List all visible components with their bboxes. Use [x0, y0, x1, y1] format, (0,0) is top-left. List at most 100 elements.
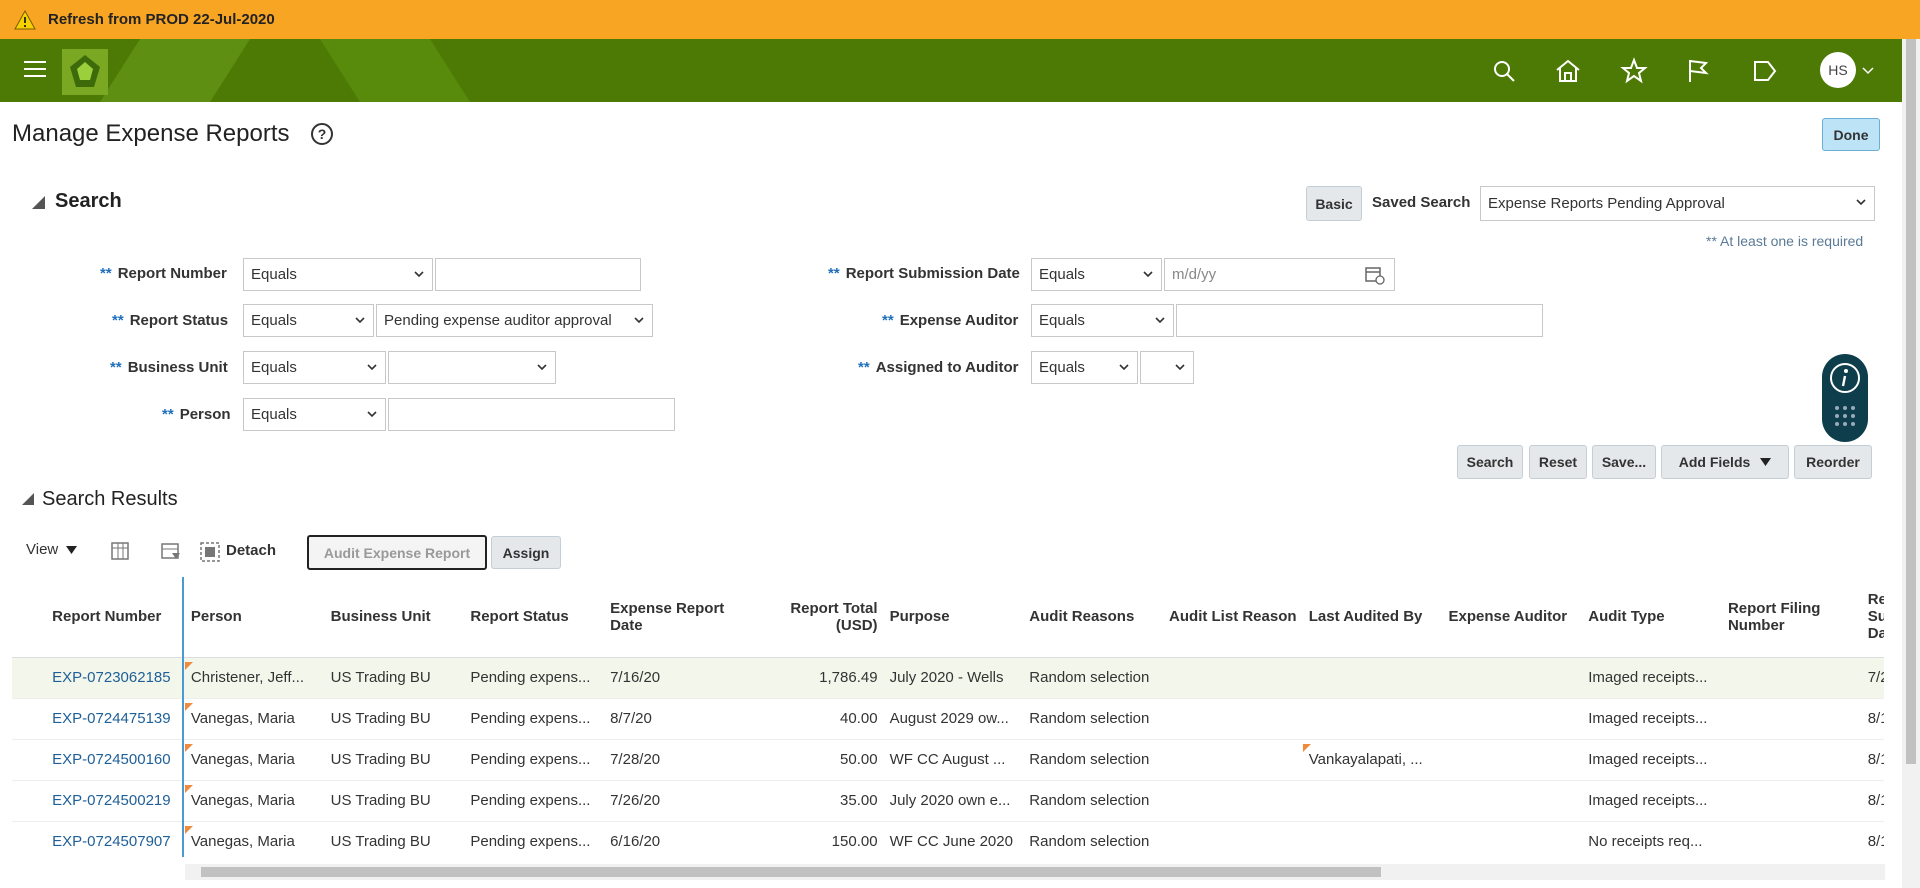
chevron-down-icon[interactable]: [1862, 67, 1874, 75]
home-icon[interactable]: [1554, 57, 1582, 85]
horizontal-scrollbar[interactable]: [185, 864, 1885, 880]
table-cell: [1721, 739, 1862, 781]
calendar-icon[interactable]: [1364, 265, 1386, 285]
business-unit-select[interactable]: [388, 351, 556, 384]
table-cell[interactable]: EXP-0724500160: [46, 739, 185, 781]
audit-expense-report-button[interactable]: Audit Expense Report: [307, 535, 487, 570]
expense-auditor-operator[interactable]: Equals: [1031, 304, 1174, 337]
required-marker: **: [828, 265, 840, 282]
saved-search-select[interactable]: Expense Reports Pending Approval: [1480, 186, 1875, 221]
table-cell: Pending expens...: [464, 739, 605, 781]
person-operator[interactable]: Equals: [243, 398, 386, 431]
page-scrollbar[interactable]: [1902, 39, 1920, 888]
assigned-to-auditor-label: ** Assigned to Auditor: [858, 359, 1018, 376]
search-icon[interactable]: [1490, 57, 1518, 85]
column-header[interactable]: Business Unit: [324, 577, 465, 658]
info-icon[interactable]: [1829, 362, 1861, 394]
submission-date-label: ** Report Submission Date: [828, 265, 1020, 282]
table-cell: [1163, 739, 1303, 781]
column-header[interactable]: Expense Report Date: [604, 577, 744, 658]
table-cell: US Trading BU: [324, 821, 465, 857]
table-cell: 150.00: [743, 821, 884, 857]
row-selector[interactable]: [12, 821, 47, 857]
table-row[interactable]: EXP-0723062185 Christener, Jeff... US Trad…: [12, 657, 1884, 699]
table-cell: 8/12: [1861, 780, 1884, 822]
column-header[interactable]: Audit List Reason: [1163, 577, 1303, 658]
freeze-columns-icon[interactable]: [110, 541, 132, 563]
report-status-operator[interactable]: Equals: [243, 304, 374, 337]
required-marker: **: [112, 312, 124, 329]
row-selector[interactable]: [12, 657, 47, 699]
reset-button[interactable]: Reset: [1529, 445, 1587, 479]
dropdown-arrow-icon: [1760, 458, 1772, 466]
table-cell[interactable]: EXP-0724500219: [46, 780, 185, 822]
detach-icon[interactable]: [199, 541, 221, 563]
column-header[interactable]: Report Total (USD): [743, 577, 884, 658]
menu-icon[interactable]: [24, 61, 46, 79]
column-header[interactable]: Expense Auditor: [1442, 577, 1583, 658]
notifications-icon[interactable]: [1750, 57, 1778, 85]
column-header[interactable]: Report Filing Number: [1721, 577, 1862, 658]
column-header[interactable]: Last Audited By: [1302, 577, 1443, 658]
row-selector[interactable]: [12, 780, 47, 822]
view-label: View: [26, 541, 59, 558]
report-status-select[interactable]: Pending expense auditor approval: [376, 304, 653, 337]
expense-auditor-input[interactable]: [1176, 304, 1543, 337]
submission-date-input[interactable]: m/d/yy: [1164, 258, 1395, 291]
apps-grid-icon[interactable]: [1833, 404, 1857, 428]
row-selector[interactable]: [12, 698, 47, 740]
report-status-label-text: Report Status: [129, 312, 229, 329]
collapse-results-icon[interactable]: [22, 493, 34, 505]
table-cell: Vankayalapati, ...: [1302, 739, 1443, 781]
column-header[interactable]: Audit Reasons: [1023, 577, 1164, 658]
column-header[interactable]: Report Number: [46, 577, 185, 658]
column-header[interactable]: Report Status: [464, 577, 605, 658]
report-number-operator[interactable]: Equals: [243, 258, 433, 291]
table-row[interactable]: EXP-0724507907 Vanegas, Maria US Trading B…: [12, 821, 1884, 857]
table-cell[interactable]: EXP-0723062185: [46, 657, 185, 699]
watchlist-flag-icon[interactable]: [1684, 57, 1712, 85]
column-header[interactable]: Person: [184, 577, 325, 658]
business-unit-operator[interactable]: Equals: [243, 351, 386, 384]
row-selector[interactable]: [12, 739, 47, 781]
reorder-button[interactable]: Reorder: [1794, 445, 1872, 479]
required-note: ** At least one is required: [1706, 233, 1864, 249]
assign-button[interactable]: Assign: [491, 536, 561, 569]
help-icon[interactable]: ?: [311, 123, 333, 145]
view-menu[interactable]: View: [26, 541, 78, 558]
person-label-text: Person: [179, 406, 231, 423]
person-input[interactable]: [388, 398, 675, 431]
save-search-button[interactable]: Save...: [1592, 445, 1656, 479]
results-table: Report Number Person Business Unit Repor…: [12, 577, 1884, 857]
search-button[interactable]: Search: [1457, 445, 1523, 479]
done-button[interactable]: Done: [1822, 118, 1880, 151]
table-cell: WF CC August ...: [883, 739, 1024, 781]
table-cell: [1163, 821, 1303, 857]
add-fields-button[interactable]: Add Fields: [1661, 445, 1789, 479]
basic-button[interactable]: Basic: [1306, 186, 1362, 221]
table-row[interactable]: EXP-0724500160 Vanegas, Maria US Trading B…: [12, 739, 1884, 781]
wrap-columns-icon[interactable]: [160, 541, 182, 563]
table-row[interactable]: EXP-0724475139 Vanegas, Maria US Trading B…: [12, 698, 1884, 740]
table-cell: 8/12: [1861, 739, 1884, 781]
chevron-down-icon: [537, 364, 547, 371]
required-marker: **: [110, 359, 122, 376]
table-cell[interactable]: EXP-0724475139: [46, 698, 185, 740]
column-header[interactable]: Rep Sub Date: [1861, 577, 1884, 658]
expense-auditor-label: ** Expense Auditor: [882, 312, 1018, 329]
column-header[interactable]: Purpose: [883, 577, 1024, 658]
assigned-to-auditor-operator[interactable]: Equals: [1031, 351, 1138, 384]
column-header[interactable]: Audit Type: [1582, 577, 1722, 658]
table-row[interactable]: EXP-0724500219 Vanegas, Maria US Trading B…: [12, 780, 1884, 822]
table-cell: Vanegas, Maria: [184, 821, 325, 857]
collapse-search-icon[interactable]: [32, 196, 45, 209]
detach-button[interactable]: Detach: [226, 542, 276, 559]
table-cell: [1721, 780, 1862, 822]
submission-date-operator[interactable]: Equals: [1031, 258, 1162, 291]
search-section-title: Search: [55, 190, 122, 212]
report-number-input[interactable]: [435, 258, 641, 291]
user-avatar[interactable]: HS: [1820, 52, 1856, 88]
assigned-to-auditor-select[interactable]: [1140, 351, 1194, 384]
table-cell[interactable]: EXP-0724507907: [46, 821, 185, 857]
favorites-icon[interactable]: [1620, 57, 1648, 85]
